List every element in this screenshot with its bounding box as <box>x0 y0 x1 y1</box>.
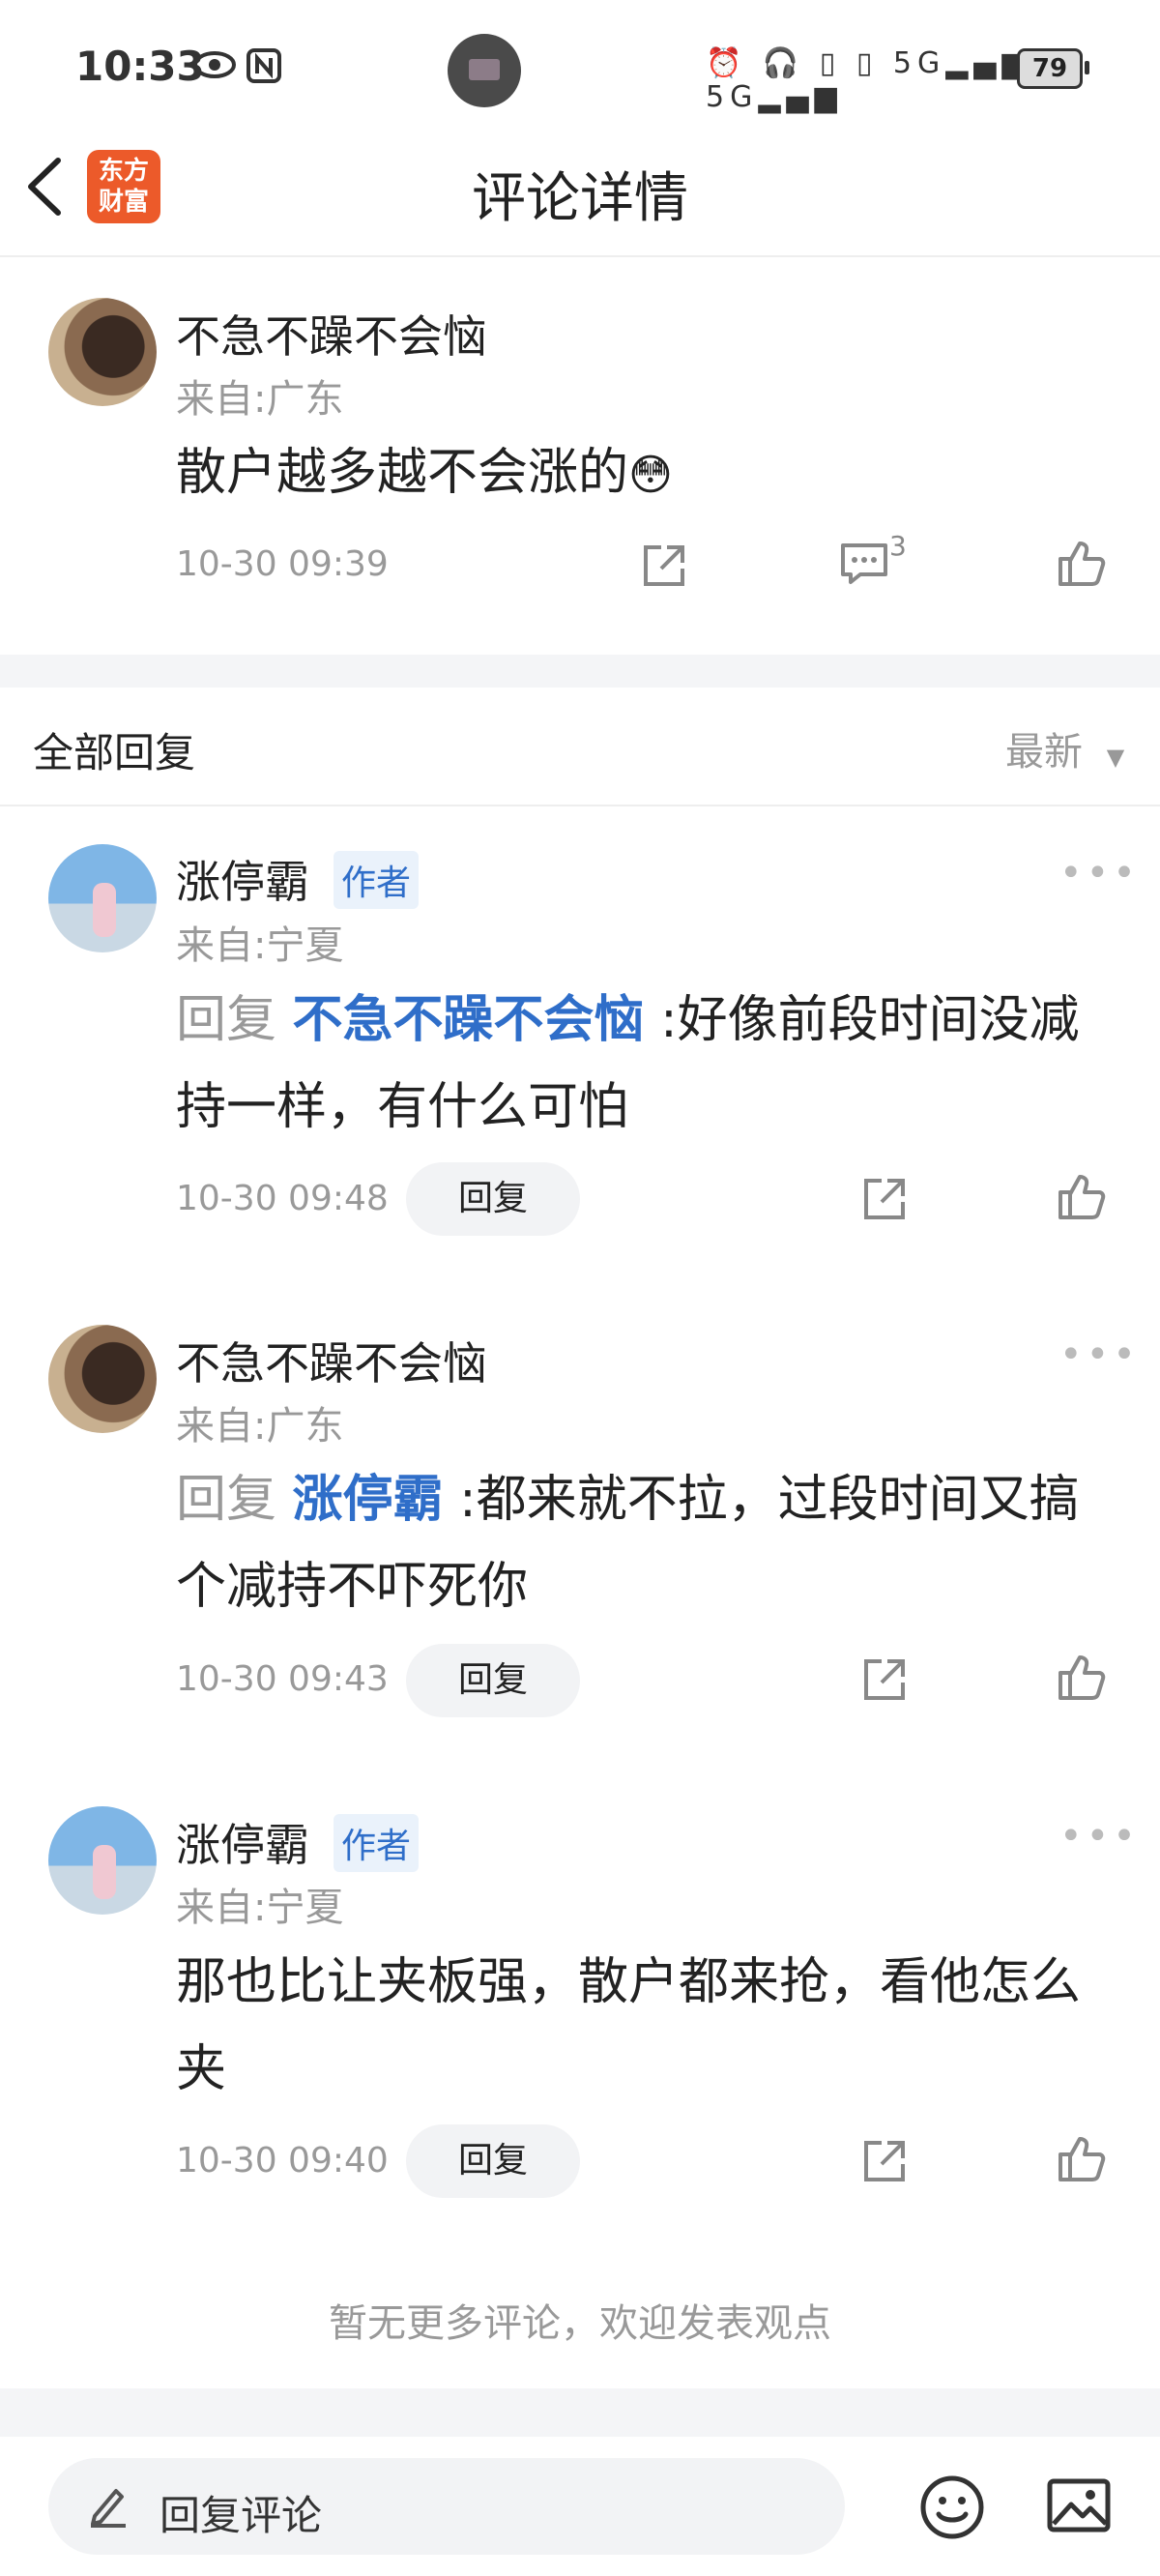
sort-label: 最新 <box>1005 730 1083 775</box>
reply-text: 那也比让夹板强，散户都来抢，看他怎么夹 <box>176 1939 1104 2113</box>
reply-button[interactable]: 回复 <box>406 1644 580 1717</box>
reply-prefix: 回复 <box>176 991 277 1049</box>
reply-user[interactable]: 涨停霸 <box>176 1810 309 1874</box>
reply-input-placeholder[interactable]: 回复评论 <box>160 2483 322 2542</box>
triangle-down-icon: ▼ <box>1106 744 1125 771</box>
avatar[interactable] <box>48 1325 157 1433</box>
main-comment-time: 10-30 09:39 <box>176 544 389 584</box>
main-comment-location: 来自:广东 <box>176 377 344 422</box>
colon-separator: : <box>459 1471 477 1529</box>
reply-location: 来自:宁夏 <box>176 923 344 968</box>
more-options-icon[interactable]: ••• <box>1059 1814 1140 1859</box>
reply-user[interactable]: 不急不躁不会恼 <box>176 1329 487 1392</box>
thumbs-up-icon[interactable] <box>1057 2135 1107 2183</box>
reply-body: 那也比让夹板强，散户都来抢，看他怎么夹 <box>176 1953 1082 2098</box>
eye-icon <box>193 50 236 83</box>
share-icon[interactable] <box>860 1655 909 1704</box>
reply-time: 10-30 09:43 <box>176 1659 389 1699</box>
sort-dropdown[interactable]: 最新 ▼ <box>1005 720 1124 776</box>
thumbs-up-icon[interactable] <box>1057 1654 1107 1702</box>
status-bar: 10:33 ⏰ 🎧 ▯ ▯ 5G▂▄▆ 5G▂▄▆ 79 <box>0 0 1160 135</box>
reply-text: 回复 不急不躁不会恼 :好像前段时间没减持一样，有什么可怕 <box>176 977 1104 1151</box>
colon-separator: : <box>660 991 678 1049</box>
smiley-icon[interactable] <box>918 2474 986 2545</box>
section-divider <box>0 805 1160 806</box>
more-options-icon[interactable]: ••• <box>1059 1332 1140 1377</box>
comment-count: 3 <box>889 530 907 562</box>
pencil-icon <box>87 2483 130 2533</box>
share-icon[interactable] <box>860 2137 909 2185</box>
end-of-comments-note: 暂无更多评论，欢迎发表观点 <box>329 2301 831 2346</box>
comment-icon[interactable] <box>839 540 889 588</box>
nfc-icon <box>246 48 281 87</box>
reply-button[interactable]: 回复 <box>406 2124 580 2198</box>
author-badge: 作者 <box>334 1814 420 1872</box>
share-icon[interactable] <box>860 1175 909 1223</box>
avatar[interactable] <box>48 298 157 406</box>
status-indicators: ⏰ 🎧 ▯ ▯ 5G▂▄▆ 5G▂▄▆ <box>706 46 1030 114</box>
avatar[interactable] <box>48 1806 157 1915</box>
more-options-icon[interactable]: ••• <box>1059 851 1140 895</box>
flushed-emoji: 😳 <box>628 451 673 500</box>
reply-user[interactable]: 涨停霸 <box>176 847 309 911</box>
reply-time: 10-30 09:40 <box>176 2141 389 2181</box>
camera-cutout <box>448 34 521 107</box>
replies-section-title: 全部回复 <box>33 729 196 776</box>
section-gap <box>0 655 1160 688</box>
bottom-gap <box>0 2388 1160 2437</box>
status-time: 10:33 <box>75 43 205 90</box>
reply-prefix: 回复 <box>176 1471 277 1529</box>
page-title: 评论详情 <box>472 167 688 230</box>
header-divider <box>0 255 1160 257</box>
avatar[interactable] <box>48 844 157 952</box>
main-comment-text: 散户越多越不会涨的😳 <box>176 429 673 519</box>
comment-text: 散户越多越不会涨的 <box>176 444 629 502</box>
image-icon[interactable] <box>1046 2475 1112 2539</box>
thumbs-up-icon[interactable] <box>1057 540 1107 588</box>
reply-location: 来自:宁夏 <box>176 1886 344 1930</box>
reply-text: 回复 涨停霸 :都来就不拉，过段时间又搞个减持不吓死你 <box>176 1456 1104 1630</box>
battery-indicator: 79 <box>1017 48 1089 89</box>
reply-button[interactable]: 回复 <box>406 1162 580 1236</box>
share-icon[interactable] <box>640 542 688 590</box>
mention-link[interactable]: 涨停霸 <box>293 1471 444 1529</box>
reply-location: 来自:广东 <box>176 1404 344 1449</box>
mention-link[interactable]: 不急不躁不会恼 <box>293 991 645 1049</box>
author-badge: 作者 <box>334 851 420 909</box>
reply-time: 10-30 09:48 <box>176 1179 389 1218</box>
thumbs-up-icon[interactable] <box>1057 1173 1107 1221</box>
main-comment-user[interactable]: 不急不躁不会恼 <box>176 302 487 366</box>
